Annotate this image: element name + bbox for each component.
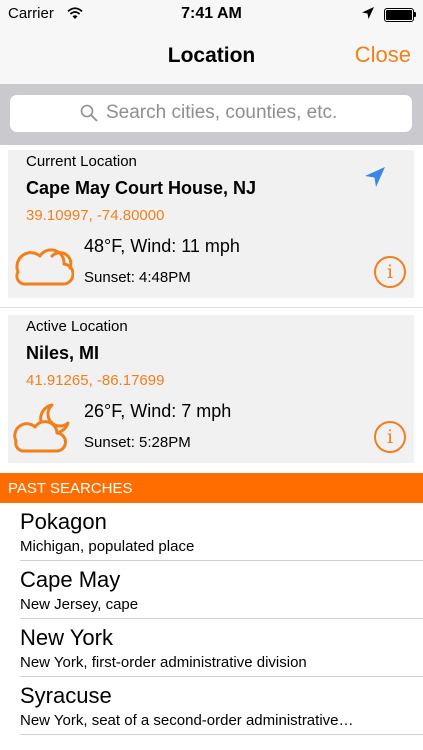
cloudy-icon [12,238,75,295]
location-name: Cape May Court House, NJ [26,178,257,198]
search-input[interactable]: Search cities, counties, etc. [10,95,412,132]
battery-tip [414,12,416,17]
search-placeholder: Search cities, counties, etc. [106,102,338,123]
search-result-name: Pokagon [20,509,107,534]
info-icon[interactable]: i [374,421,406,453]
list-item[interactable]: Syracuse New York, seat of a second-orde… [0,677,423,735]
list-item[interactable]: Pokagon Michigan, populated place [0,503,423,561]
search-result-desc: Michigan, populated place [20,538,195,555]
search-result-desc: New Jersey, cape [20,596,139,613]
conditions-text: 48°F, Wind: 11 mph [84,236,240,256]
search-icon [80,104,98,127]
search-result-name: Syracuse [20,683,112,708]
location-arrow-icon [364,166,386,193]
list-item[interactable]: Cape May New Jersey, cape [0,561,423,619]
current-location-card[interactable]: Current Location Cape May Court House, N… [8,150,414,298]
conditions-text: 26°F, Wind: 7 mph [84,401,232,421]
status-time: 7:41 AM [181,5,242,22]
row-divider [20,734,423,735]
location-name: Niles, MI [26,343,100,363]
location-coords: 41.91265, -86.17699 [26,372,165,389]
status-bar: Carrier 7:41 AM [0,0,423,30]
card-kind-label: Active Location [26,318,128,335]
location-coords: 39.10997, -74.80000 [26,207,165,224]
search-result-desc: New York, first-order administrative div… [20,654,307,671]
list-item[interactable]: New York New York, first-order administr… [0,619,423,677]
card-divider [0,307,423,308]
sunset-text: Sunset: 4:48PM [84,269,191,286]
search-result-name: New York [20,625,113,650]
night-cloudy-icon [12,403,74,460]
info-icon[interactable]: i [374,256,406,288]
card-kind-label: Current Location [26,153,137,170]
sunset-text: Sunset: 5:28PM [84,434,191,451]
section-title: PAST SEARCHES [8,480,133,497]
nav-bar: Location Close [0,30,423,84]
battery-icon [384,8,414,22]
location-arrow-icon [361,6,375,25]
search-bar: Search cities, counties, etc. [0,84,423,145]
past-searches-header: PAST SEARCHES [0,473,423,503]
search-result-name: Cape May [20,567,121,592]
close-button[interactable]: Close [355,42,411,68]
search-result-desc: New York, seat of a second-order adminis… [20,712,354,729]
active-location-card[interactable]: Active Location Niles, MI 41.91265, -86.… [8,315,414,463]
